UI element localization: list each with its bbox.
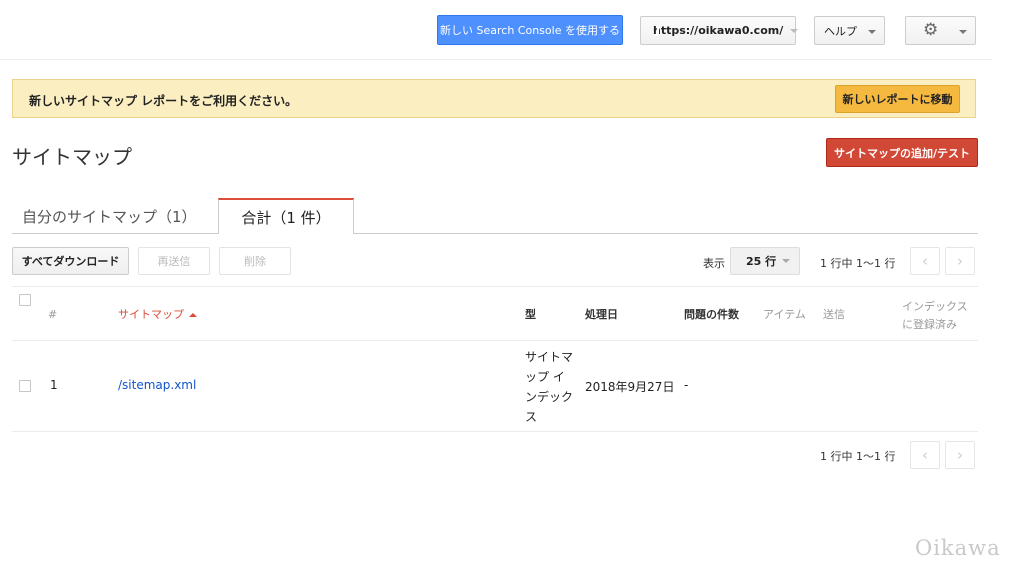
footer-pager-status: 1 行中 1〜1 行 [820, 450, 896, 463]
resend-button[interactable]: 再送信 [138, 247, 210, 275]
table-top-divider [12, 286, 978, 287]
sitemap-link[interactable]: /sitemap.xml [118, 378, 196, 392]
chevron-down-icon [868, 30, 876, 34]
pager-status: 1 行中 1〜1 行 [820, 257, 896, 270]
rows-per-page-label: 表示 [703, 257, 725, 270]
tab-all[interactable]: 合計（1 件） [218, 198, 354, 234]
chevron-right-icon: › [957, 252, 963, 270]
column-header-indexed-line1[interactable]: インデックス [902, 298, 968, 314]
chevron-down-icon [790, 28, 799, 33]
select-all-checkbox[interactable] [19, 294, 31, 306]
watermark: Oikawa [915, 536, 1001, 560]
row-checkbox[interactable] [19, 380, 31, 392]
delete-button[interactable]: 削除 [219, 247, 291, 275]
column-header-sitemap-label: サイトマップ [118, 308, 184, 321]
column-header-items[interactable]: アイテム [763, 306, 806, 322]
download-all-button[interactable]: すべてダウンロード [12, 247, 129, 275]
new-search-console-button[interactable]: 新しい Search Console を使用する [437, 15, 623, 45]
rows-per-page-select[interactable]: 25 行 [730, 247, 800, 275]
column-header-indexed-line2[interactable]: に登録済み [902, 316, 957, 332]
column-header-submitted[interactable]: 送信 [823, 306, 845, 322]
property-selector[interactable]: https://oikawa0.com/ [640, 16, 799, 45]
settings-menu-button[interactable]: ⚙ [905, 16, 976, 45]
new-report-banner: 新しいサイトマップ レポートをご利用ください。 新しいレポートに移動 [12, 79, 976, 118]
row-processed-date: 2018年9月27日 [585, 380, 675, 394]
row-type-line4: ス [525, 410, 538, 424]
row-type-line2: ップ イ [525, 370, 565, 384]
prev-page-button[interactable]: ‹ [910, 247, 940, 275]
column-header-processed[interactable]: 処理日 [585, 306, 618, 322]
table-bottom-divider [12, 431, 978, 432]
footer-prev-page-button[interactable]: ‹ [910, 441, 940, 469]
footer-next-page-button[interactable]: › [945, 441, 975, 469]
help-menu-button[interactable]: ヘルプ [814, 16, 885, 45]
tabs-divider [12, 233, 978, 234]
chevron-left-icon: ‹ [922, 252, 928, 270]
sort-ascending-icon [189, 313, 197, 317]
tab-my-sitemaps[interactable]: 自分のサイトマップ（1） [22, 206, 197, 227]
add-test-sitemap-button[interactable]: サイトマップの追加/テスト [826, 138, 978, 167]
row-issues: - [684, 378, 689, 392]
column-header-issues[interactable]: 問題の件数 [684, 306, 739, 322]
rows-per-page-value: 25 行 [746, 255, 777, 268]
table-header-divider [12, 340, 978, 341]
column-header-index: # [48, 308, 58, 321]
help-label: ヘルプ [824, 24, 857, 38]
row-type-line3: ンデック [525, 390, 574, 404]
chevron-right-icon: › [957, 446, 963, 464]
row-index: 1 [50, 378, 58, 392]
banner-message: 新しいサイトマップ レポートをご利用ください。 [29, 94, 298, 108]
gear-icon: ⚙ [923, 20, 939, 40]
column-header-sitemap[interactable]: サイトマップ [118, 306, 197, 322]
row-type-line1: サイトマ [525, 350, 574, 364]
column-header-type[interactable]: 型 [525, 306, 536, 322]
page-title: サイトマップ [12, 145, 132, 169]
chevron-down-icon [782, 259, 791, 263]
go-to-new-report-button[interactable]: 新しいレポートに移動 [835, 85, 960, 113]
chevron-left-icon: ‹ [922, 446, 928, 464]
chevron-down-icon [959, 30, 967, 34]
next-page-button[interactable]: › [945, 247, 975, 275]
property-url: https://oikawa0.com/ [653, 24, 784, 37]
